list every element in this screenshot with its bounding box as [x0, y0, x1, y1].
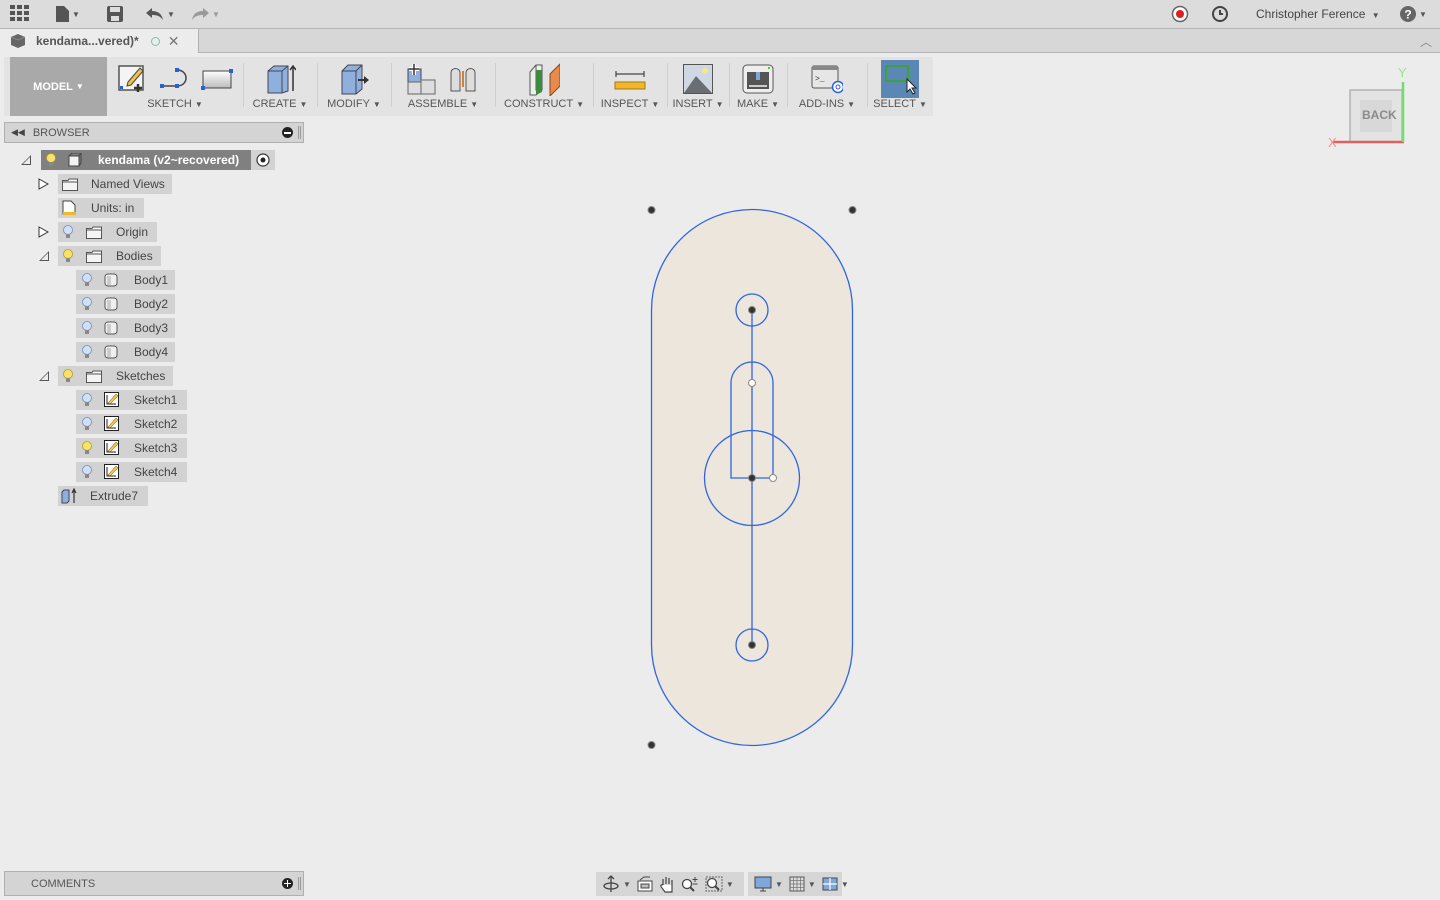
chevron-down-icon: ▼	[807, 879, 816, 889]
display-monitor-icon	[754, 876, 772, 892]
sketch-point[interactable]	[748, 474, 756, 482]
multiple-views-icon	[822, 877, 838, 891]
y-axis-label: Y	[1398, 65, 1407, 80]
viewcube-face-label: BACK	[1362, 108, 1397, 122]
comments-panel: COMMENTS	[4, 871, 304, 896]
sketch-point[interactable]	[647, 206, 656, 214]
sketch-point[interactable]	[748, 306, 756, 314]
chevron-down-icon: ▼	[775, 879, 783, 889]
viewports-button[interactable]: ▼	[822, 877, 849, 891]
zoom-icon	[681, 877, 698, 892]
display-settings-bar: ▼ ▼ ▼	[748, 872, 849, 896]
panel-resize-grip[interactable]	[298, 877, 301, 890]
orbit-button[interactable]: ▼	[602, 875, 631, 893]
orbit-icon	[603, 875, 619, 892]
display-settings-button[interactable]: ▼	[754, 876, 783, 892]
viewcube[interactable]: BACK X Y	[1320, 62, 1430, 162]
design-canvas[interactable]	[0, 0, 1440, 900]
fit-button[interactable]: ▼	[705, 876, 734, 892]
zoom-window-icon	[705, 876, 723, 892]
x-axis-label: X	[1328, 135, 1337, 150]
pan-hand-icon	[660, 877, 673, 893]
sketch-point-open[interactable]	[748, 379, 756, 387]
look-at-button[interactable]	[637, 876, 653, 892]
pan-button[interactable]	[659, 875, 675, 893]
chevron-down-icon: ▼	[623, 879, 631, 889]
look-at-icon	[637, 876, 653, 892]
kendama-sketch-profile[interactable]	[647, 206, 857, 749]
sketch-point[interactable]	[647, 741, 656, 749]
navigation-bar: ▼ ▼	[596, 872, 744, 896]
sketch-point-open[interactable]	[769, 474, 777, 482]
sketch-point[interactable]	[748, 641, 756, 649]
add-comment-icon[interactable]	[282, 878, 293, 889]
comments-title: COMMENTS	[31, 877, 96, 890]
grid-settings-button[interactable]: ▼	[789, 876, 816, 892]
zoom-button[interactable]	[681, 876, 699, 892]
grid-icon	[789, 876, 805, 892]
chevron-down-icon: ▼	[725, 879, 734, 889]
chevron-down-icon: ▼	[840, 879, 849, 889]
sketch-point[interactable]	[848, 206, 857, 214]
